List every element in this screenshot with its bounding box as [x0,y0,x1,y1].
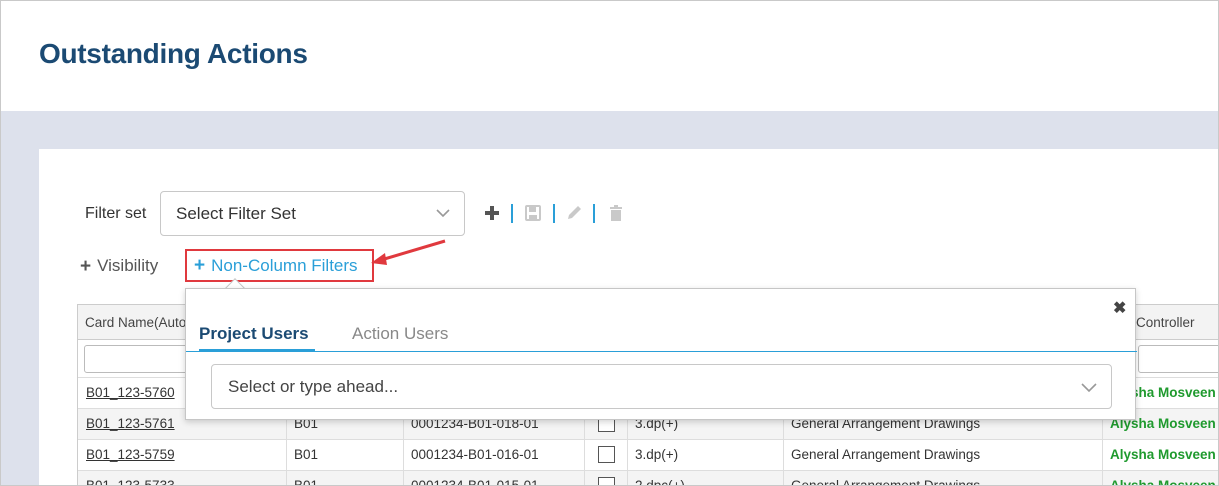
card-name-link[interactable]: B01_123-5761 [86,416,175,431]
revision-cell: 2.dpc(+) [635,478,685,486]
plus-icon[interactable] [483,204,501,222]
save-icon[interactable] [524,204,542,222]
close-icon[interactable]: ✖ [1113,298,1126,318]
app-frame: Outstanding Actions Filter set Select Fi… [0,0,1219,486]
chevron-down-icon [436,209,450,218]
plus-icon: + [80,255,92,277]
controller-cell: Alysha Mosveen [1110,447,1216,462]
page-header: Outstanding Actions [1,1,1218,111]
filter-set-value: Select Filter Set [176,204,296,223]
chevron-down-icon [1081,383,1097,393]
plus-icon: + [194,255,206,276]
document-cell: 0001234-B01-015-01 [411,478,539,486]
controller-filter-input[interactable] [1138,345,1218,373]
toolbar-separator [553,204,555,223]
non-column-filters-popover: ✖ Project Users Action Users Select or t… [185,288,1137,420]
filter-set-label: Filter set [85,205,147,222]
row-checkbox[interactable] [598,477,615,485]
card-name-link[interactable]: B01_123-5760 [86,385,175,400]
popover-tabs: Project Users Action Users [186,323,1137,352]
non-column-filters-label: Non-Column Filters [211,255,358,275]
annotation-arrow-icon [371,239,446,265]
toolbar-separator [593,204,595,223]
tab-action-users[interactable]: Action Users [352,324,448,352]
tab-project-users[interactable]: Project Users [199,324,315,352]
document-cell: 0001234-B01-016-01 [411,447,539,462]
column-header-card-name[interactable]: Card Name(Auto [85,315,186,330]
visibility-toggle[interactable]: + Visibility [80,256,158,276]
pencil-icon[interactable] [565,204,583,222]
code-cell: B01 [294,447,319,462]
trash-icon[interactable] [607,204,625,222]
card-name-link[interactable]: B01_123-5759 [86,447,175,462]
visibility-label: Visibility [97,256,159,275]
column-header-controller[interactable]: Controller [1136,315,1195,330]
code-cell: B01 [294,478,319,486]
table-row[interactable]: B01_123-5733 B01 0001234-B01-015-01 2.dp… [78,471,1218,486]
row-checkbox[interactable] [598,446,615,463]
non-column-filters-toggle[interactable]: + Non-Column Filters [185,249,374,282]
card-name-link[interactable]: B01_123-5733 [86,478,175,485]
toolbar-separator [511,204,513,223]
title-cell: General Arrangement Drawings [791,478,981,486]
table-row[interactable]: B01_123-5759 B01 0001234-B01-016-01 3.dp… [78,440,1218,471]
controller-cell: Alysha Mosveen [1110,478,1216,486]
page-title: Outstanding Actions [39,38,308,69]
title-cell: General Arrangement Drawings [791,447,981,462]
filter-set-select[interactable]: Select Filter Set [160,191,465,236]
user-select[interactable]: Select or type ahead... [211,364,1112,409]
user-select-placeholder: Select or type ahead... [228,377,399,396]
revision-cell: 3.dp(+) [635,447,679,462]
